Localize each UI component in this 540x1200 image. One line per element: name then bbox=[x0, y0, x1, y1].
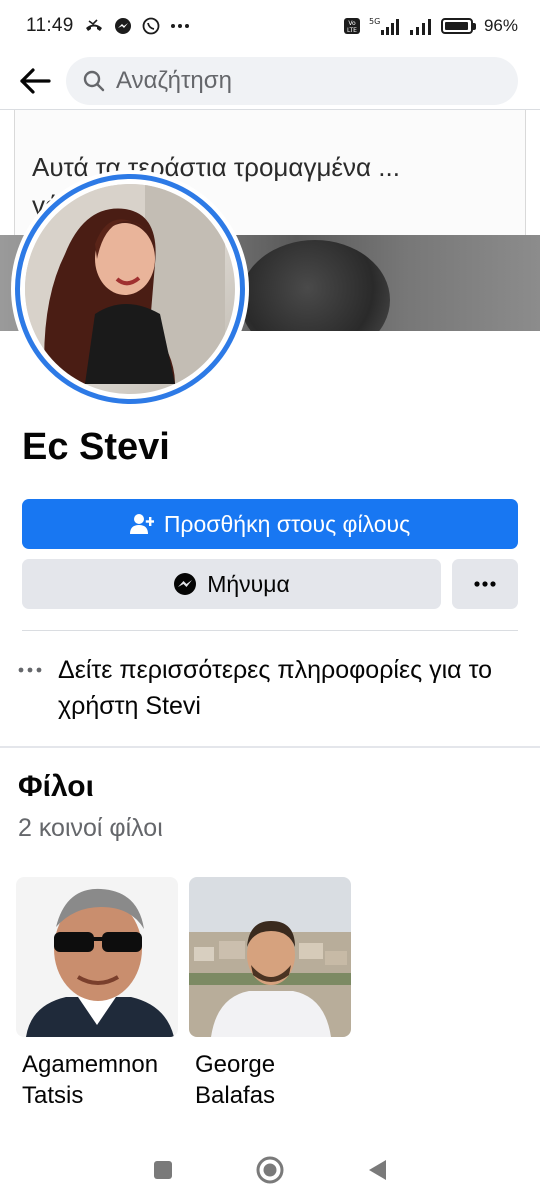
search-input[interactable] bbox=[116, 66, 496, 95]
signal-icon bbox=[409, 16, 433, 36]
profile-name: Ec Stevi bbox=[22, 426, 170, 468]
profile-avatar[interactable] bbox=[11, 170, 249, 408]
friend-card[interactable]: Agamemnon Tatsis bbox=[16, 877, 178, 1111]
friends-section-title: Φίλοι bbox=[18, 770, 94, 803]
search-header bbox=[0, 52, 540, 110]
back-button[interactable] bbox=[18, 64, 52, 98]
signal-5g-icon: 5G bbox=[369, 16, 401, 36]
svg-text:5G: 5G bbox=[369, 17, 380, 26]
friend-name: George Balafas bbox=[195, 1051, 276, 1109]
recent-apps-button[interactable] bbox=[143, 1150, 183, 1190]
back-nav-button[interactable] bbox=[357, 1150, 397, 1190]
messenger-icon bbox=[114, 17, 132, 35]
status-bar: 11:49 Vo LTE 5G 96% bbox=[0, 0, 540, 52]
friend-card[interactable]: George Balafas bbox=[189, 877, 351, 1111]
message-button[interactable]: Μήνυμα bbox=[22, 559, 441, 609]
add-person-icon bbox=[129, 514, 154, 534]
section-separator bbox=[0, 746, 540, 748]
add-friend-label: Προσθήκη στους φίλους bbox=[163, 510, 411, 537]
battery-icon bbox=[440, 18, 476, 34]
more-dots-icon bbox=[18, 667, 42, 673]
arrow-left-icon bbox=[20, 67, 51, 94]
friend-photo bbox=[16, 877, 178, 1037]
friend-name: Agamemnon Tatsis bbox=[22, 1051, 159, 1109]
story-ring bbox=[15, 174, 245, 404]
svg-text:Vo: Vo bbox=[348, 20, 356, 27]
friend-photo bbox=[189, 877, 351, 1037]
more-dots-icon bbox=[474, 581, 496, 587]
more-options-button[interactable] bbox=[452, 559, 518, 609]
see-more-info-row[interactable]: Δείτε περισσότερες πληροφορίες για το χρ… bbox=[18, 652, 518, 724]
home-circle-icon bbox=[256, 1156, 284, 1184]
divider bbox=[22, 630, 518, 631]
volte-icon: Vo LTE bbox=[343, 17, 361, 35]
search-icon bbox=[83, 70, 105, 91]
search-box[interactable] bbox=[66, 56, 518, 105]
more-notifications-icon bbox=[170, 23, 190, 29]
system-navigation-bar bbox=[0, 1140, 540, 1200]
square-icon bbox=[154, 1161, 173, 1179]
missed-call-icon bbox=[84, 19, 104, 33]
triangle-back-icon bbox=[368, 1160, 386, 1180]
status-time: 11:49 bbox=[26, 15, 74, 36]
svg-text:LTE: LTE bbox=[347, 27, 357, 34]
home-button[interactable] bbox=[250, 1150, 290, 1190]
message-label: Μήνυμα bbox=[207, 570, 290, 597]
mutual-friends-count[interactable]: 2 κοινοί φίλοι bbox=[18, 814, 163, 843]
add-friend-button[interactable]: Προσθήκη στους φίλους bbox=[22, 499, 518, 549]
avatar-photo bbox=[25, 184, 235, 394]
messenger-icon bbox=[174, 573, 197, 595]
see-more-info-text: Δείτε περισσότερες πληροφορίες για το χρ… bbox=[58, 656, 493, 720]
battery-percent: 96% bbox=[483, 16, 518, 35]
viber-icon bbox=[142, 17, 160, 35]
